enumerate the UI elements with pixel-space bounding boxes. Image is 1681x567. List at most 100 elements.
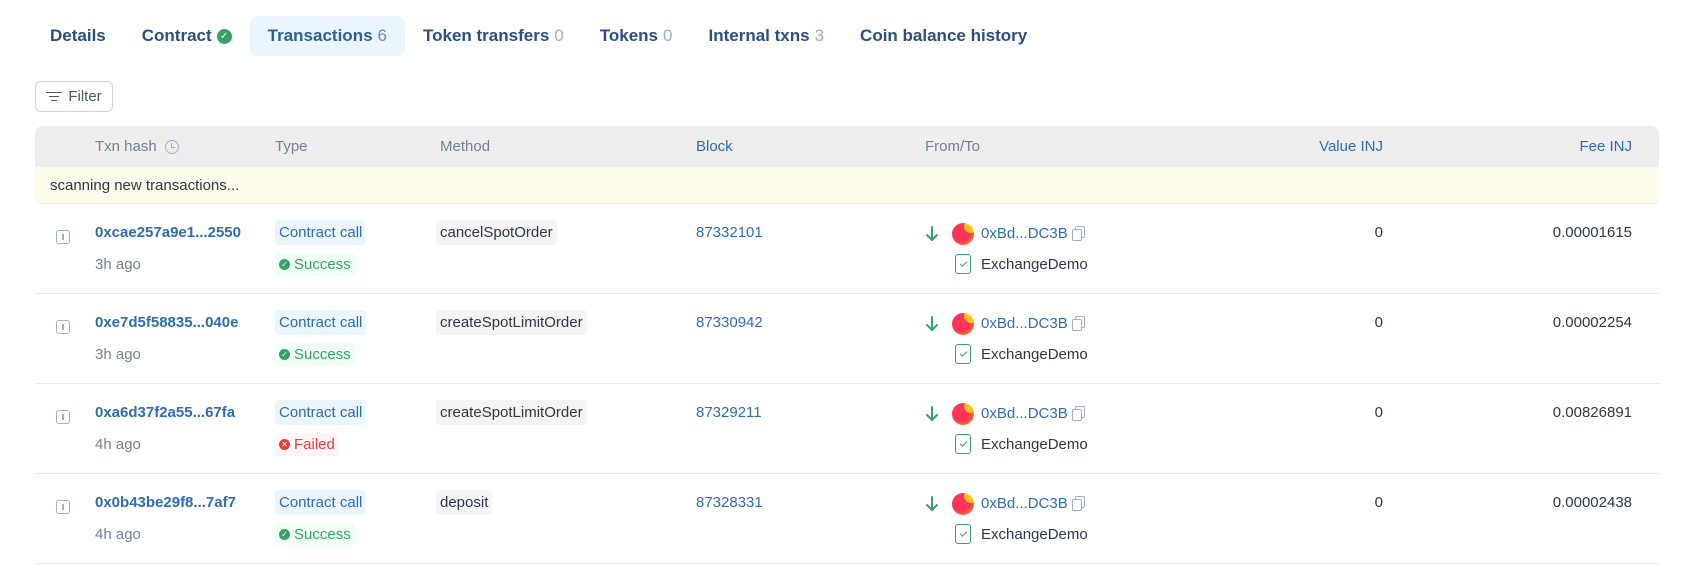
address-avatar [952, 223, 974, 245]
tab-label: Tokens [599, 26, 659, 45]
header-txn-hash: Txn hash [95, 126, 179, 167]
contract-file-icon [955, 434, 971, 454]
copy-icon[interactable] [1072, 406, 1085, 421]
check-circle-icon: ✓ [216, 28, 232, 44]
block-link[interactable]: 87329211 [696, 404, 762, 421]
block-link[interactable]: 87330942 [696, 314, 763, 331]
status-badge: ✓ Success [275, 523, 355, 546]
tab-internal-txns[interactable]: Internal txns 3 [690, 16, 842, 56]
info-square-icon[interactable] [56, 320, 70, 334]
tab-coin-balance-history[interactable]: Coin balance history [842, 16, 1045, 56]
header-fee[interactable]: Fee INJ [1579, 126, 1632, 167]
tab-details[interactable]: Details [32, 16, 124, 56]
method-badge: cancelSpotOrder [436, 220, 557, 245]
value-amount: 0 [1374, 224, 1383, 241]
from-address-link[interactable]: 0xBd...DC3B [981, 495, 1068, 512]
tab-count: 3 [814, 26, 825, 45]
tab-bar: Details Contract ✓ Transactions 6 Token tr… [32, 16, 1045, 56]
txn-hash-link[interactable]: 0xcae257a9e1...2550 [95, 224, 241, 241]
address-avatar [952, 493, 974, 515]
status-label: Success [294, 526, 351, 543]
copy-icon[interactable] [1072, 226, 1085, 241]
value-amount: 0 [1374, 494, 1383, 511]
value-amount: 0 [1374, 404, 1383, 421]
contract-file-icon [955, 254, 971, 274]
copy-icon[interactable] [1072, 316, 1085, 331]
arrow-down-icon [926, 406, 938, 421]
info-square-icon[interactable] [56, 410, 70, 424]
table-row: 0xcae257a9e1...2550 3h ago Contract call… [35, 204, 1659, 294]
status-badge: ✕ Failed [275, 433, 339, 456]
clock-icon[interactable] [164, 139, 179, 154]
txn-time: 3h ago [95, 256, 141, 273]
tab-token-transfers[interactable]: Token transfers 0 [405, 16, 582, 56]
x-circle-icon: ✕ [279, 439, 290, 450]
tab-contract[interactable]: Contract ✓ [124, 16, 250, 56]
header-block[interactable]: Block [696, 126, 733, 167]
txn-time: 3h ago [95, 346, 141, 363]
header-method: Method [440, 138, 491, 155]
arrow-down-icon [926, 496, 938, 511]
status-badge: ✓ Success [275, 343, 355, 366]
tab-label: Coin balance history [860, 26, 1028, 45]
type-badge: Contract call [275, 310, 367, 335]
block-link[interactable]: 87328331 [696, 494, 763, 511]
to-contract-name[interactable]: ExchangeDemo [981, 346, 1088, 363]
to-contract-name[interactable]: ExchangeDemo [981, 526, 1088, 543]
header-txn-hash-label: Txn hash [95, 138, 157, 155]
txn-hash-link[interactable]: 0xe7d5f58835...040e [95, 314, 238, 331]
header-value[interactable]: Value INJ [1319, 126, 1383, 167]
from-address-link[interactable]: 0xBd...DC3B [981, 225, 1068, 242]
status-label: Failed [294, 436, 335, 453]
address-avatar [952, 313, 974, 335]
table-row: 0xa6d37f2a55...67fa 4h ago Contract call… [35, 384, 1659, 474]
fee-amount: 0.00002254 [1552, 314, 1632, 331]
arrow-down-icon [926, 316, 938, 331]
type-badge: Contract call [275, 220, 367, 245]
contract-file-icon [955, 344, 971, 364]
fee-amount: 0.00001615 [1552, 224, 1632, 241]
value-amount: 0 [1374, 314, 1383, 331]
fee-amount: 0.00002438 [1552, 494, 1632, 511]
info-square-icon[interactable] [56, 500, 70, 514]
info-square-icon[interactable] [56, 230, 70, 244]
txn-hash-link[interactable]: 0xa6d37f2a55...67fa [95, 404, 235, 421]
to-contract-name[interactable]: ExchangeDemo [981, 436, 1088, 453]
status-label: Success [294, 346, 351, 363]
tab-count: 6 [377, 26, 387, 45]
filter-label: Filter [68, 88, 102, 105]
from-address-link[interactable]: 0xBd...DC3B [981, 405, 1068, 422]
check-circle-icon: ✓ [279, 349, 290, 360]
from-address-link[interactable]: 0xBd...DC3B [981, 315, 1068, 332]
method-badge: createSpotLimitOrder [436, 400, 587, 425]
arrow-down-icon [926, 226, 938, 241]
fee-amount: 0.00826891 [1552, 404, 1632, 421]
transactions-table: Txn hash Type Method Block From/To Value… [35, 126, 1659, 564]
table-row: 0x0b43be29f8...7af7 4h ago Contract call… [35, 474, 1659, 564]
table-header: Txn hash Type Method Block From/To Value… [35, 126, 1659, 167]
txn-hash-link[interactable]: 0x0b43be29f8...7af7 [95, 494, 236, 511]
check-circle-icon: ✓ [279, 259, 290, 270]
contract-file-icon [955, 524, 971, 544]
scanning-notice: scanning new transactions... [35, 167, 1659, 204]
filter-button[interactable]: Filter [35, 81, 113, 112]
copy-icon[interactable] [1072, 496, 1085, 511]
tab-label: Internal txns [708, 26, 810, 45]
txn-time: 4h ago [95, 436, 141, 453]
txn-time: 4h ago [95, 526, 141, 543]
block-link[interactable]: 87332101 [696, 224, 763, 241]
tab-tokens[interactable]: Tokens 0 [582, 16, 691, 56]
method-badge: createSpotLimitOrder [436, 310, 587, 335]
header-type: Type [275, 138, 308, 155]
tab-label: Token transfers [423, 26, 550, 45]
tab-label: Contract [141, 26, 212, 45]
address-avatar [952, 403, 974, 425]
method-badge: deposit [436, 490, 493, 515]
tab-transactions[interactable]: Transactions 6 [249, 16, 405, 56]
status-label: Success [294, 256, 351, 273]
filter-lines-icon [46, 91, 63, 103]
to-contract-name[interactable]: ExchangeDemo [981, 256, 1088, 273]
tab-count: 0 [663, 26, 673, 45]
type-badge: Contract call [275, 490, 367, 515]
header-from-to: From/To [925, 138, 981, 155]
